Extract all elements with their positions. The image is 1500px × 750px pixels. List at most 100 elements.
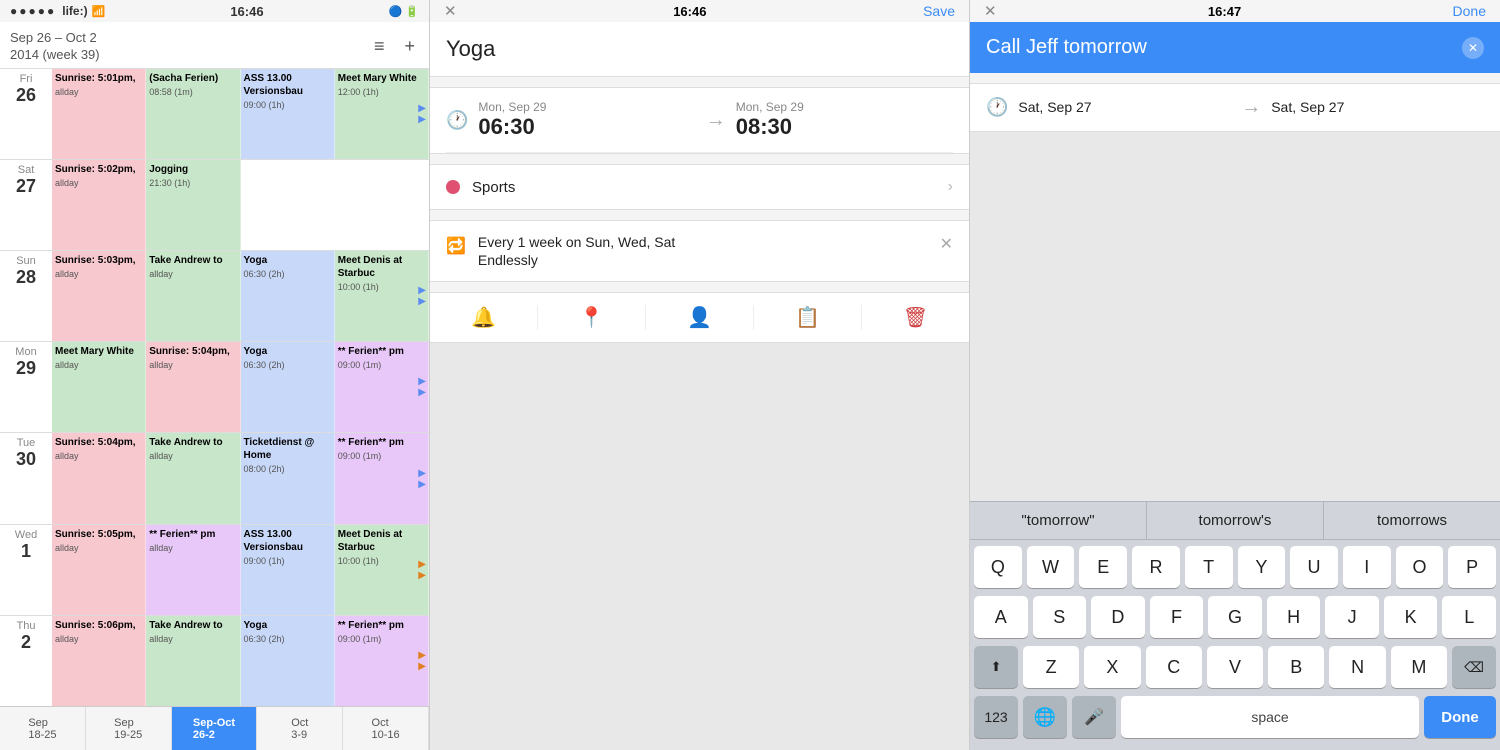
key-d[interactable]: D bbox=[1091, 596, 1145, 638]
notes-button[interactable]: 📋 bbox=[754, 305, 862, 330]
event-ass-wed1[interactable]: ASS 13.00 Versionsbau 09:00 (1h) bbox=[241, 525, 335, 615]
alarm-button[interactable]: 🔔 bbox=[430, 305, 538, 330]
key-s[interactable]: S bbox=[1033, 596, 1087, 638]
event-start-time-row[interactable]: 🕐 Mon, Sep 29 06:30 → Mon, Sep 29 08:30 bbox=[430, 88, 969, 152]
key-k[interactable]: K bbox=[1384, 596, 1438, 638]
key-m[interactable]: M bbox=[1391, 646, 1447, 688]
key-r[interactable]: R bbox=[1132, 546, 1180, 588]
event-ferien-wed1[interactable]: ** Ferien** pm allday bbox=[146, 525, 240, 615]
event-meet-mary-fri26[interactable]: Meet Mary White 12:00 (1h) ▶▶ bbox=[335, 69, 429, 159]
attendees-button[interactable]: 👤 bbox=[646, 305, 754, 330]
time-arrow: → bbox=[706, 109, 726, 132]
key-y[interactable]: Y bbox=[1238, 546, 1286, 588]
event-meet-mary-mon29[interactable]: Meet Mary White allday bbox=[52, 342, 146, 432]
event-title[interactable]: Yoga bbox=[430, 22, 969, 77]
key-q[interactable]: Q bbox=[974, 546, 1022, 588]
event-yoga-sun28[interactable]: Yoga 06:30 (2h) bbox=[241, 251, 335, 341]
autocomplete-tomorrows[interactable]: tomorrow's bbox=[1147, 502, 1324, 539]
event-meet-denis-sun28[interactable]: Meet Denis at Starbuc 10:00 (1h) ▶▶ bbox=[335, 251, 429, 341]
event-sunrise-wed1[interactable]: Sunrise: 5:05pm, allday bbox=[52, 525, 146, 615]
event-ferien-tue30[interactable]: ** Ferien** pm 09:00 (1m) ▶▶ bbox=[335, 433, 429, 523]
event-ass-fri26[interactable]: ASS 13.00 Versionsbau 09:00 (1h) bbox=[241, 69, 335, 159]
key-f[interactable]: F bbox=[1150, 596, 1204, 638]
event-sunrise-sat27[interactable]: Sunrise: 5:02pm, allday bbox=[52, 160, 146, 250]
event-meet-denis-wed1[interactable]: Meet Denis at Starbuc 10:00 (1h) ▶▶ bbox=[335, 525, 429, 615]
event-yoga-thu2[interactable]: Yoga 06:30 (2h) bbox=[241, 616, 335, 706]
key-a[interactable]: A bbox=[974, 596, 1028, 638]
shift-key[interactable]: ⬆ bbox=[974, 646, 1018, 688]
key-j[interactable]: J bbox=[1325, 596, 1379, 638]
key-b[interactable]: B bbox=[1268, 646, 1324, 688]
event-take-andrew-thu2[interactable]: Take Andrew to allday bbox=[146, 616, 240, 706]
note-date-end: Sat, Sep 27 bbox=[1271, 99, 1484, 117]
key-u[interactable]: U bbox=[1290, 546, 1338, 588]
key-t[interactable]: T bbox=[1185, 546, 1233, 588]
add-event-button[interactable]: + bbox=[400, 36, 419, 57]
event-sacha-ferien[interactable]: (Sacha Ferien) 08:58 (1m) bbox=[146, 69, 240, 159]
event-sunrise-thu2[interactable]: Sunrise: 5:06pm, allday bbox=[52, 616, 146, 706]
event-jogging-sat27[interactable]: Jogging 21:30 (1h) bbox=[146, 160, 240, 250]
event-yoga-mon29[interactable]: Yoga 06:30 (2h) bbox=[241, 342, 335, 432]
week-tab-oct10[interactable]: Oct10-16 bbox=[343, 707, 429, 750]
delete-key[interactable]: ⌫ bbox=[1452, 646, 1496, 688]
key-e[interactable]: E bbox=[1079, 546, 1127, 588]
calendar-category-section: Sports › bbox=[430, 164, 969, 210]
globe-key[interactable]: 🌐 bbox=[1023, 696, 1067, 738]
key-p[interactable]: P bbox=[1448, 546, 1496, 588]
close-button-note[interactable]: ✕ bbox=[984, 2, 997, 20]
num-key[interactable]: 123 bbox=[974, 696, 1018, 738]
key-v[interactable]: V bbox=[1207, 646, 1263, 688]
key-w[interactable]: W bbox=[1027, 546, 1075, 588]
key-o[interactable]: O bbox=[1396, 546, 1444, 588]
event-sunrise-tue30[interactable]: Sunrise: 5:04pm, allday bbox=[52, 433, 146, 523]
autocomplete-bar: "tomorrow" tomorrow's tomorrows bbox=[970, 501, 1500, 540]
event-sunrise-sun28[interactable]: Sunrise: 5:03pm, allday bbox=[52, 251, 146, 341]
note-clear-button[interactable]: ✕ bbox=[1462, 37, 1484, 59]
key-h[interactable]: H bbox=[1267, 596, 1321, 638]
event-empty-area bbox=[430, 343, 969, 750]
calendar-row-fri26: Fri 26 Sunrise: 5:01pm, allday (Sacha Fe… bbox=[0, 68, 429, 159]
event-take-andrew-sun28[interactable]: Take Andrew to allday bbox=[146, 251, 240, 341]
recur-icon: 🔁 bbox=[446, 236, 466, 256]
note-date-arrow: → bbox=[1241, 96, 1261, 119]
autocomplete-tomorrows2[interactable]: tomorrows bbox=[1324, 502, 1500, 539]
done-button-note[interactable]: Done bbox=[1453, 3, 1486, 19]
note-input[interactable] bbox=[986, 36, 1454, 59]
close-button-event[interactable]: ✕ bbox=[444, 2, 457, 20]
event-sunrise-fri26[interactable]: Sunrise: 5:01pm, allday bbox=[52, 69, 146, 159]
event-ticketdienst-tue30[interactable]: Ticketdienst @ Home 08:00 (2h) bbox=[241, 433, 335, 523]
key-z[interactable]: Z bbox=[1023, 646, 1079, 688]
week-tab-oct3[interactable]: Oct3-9 bbox=[257, 707, 343, 750]
key-n[interactable]: N bbox=[1329, 646, 1385, 688]
note-end-date: Sat, Sep 27 bbox=[1271, 99, 1344, 115]
key-c[interactable]: C bbox=[1146, 646, 1202, 688]
note-date-row[interactable]: 🕐 Sat, Sep 27 → Sat, Sep 27 bbox=[970, 84, 1500, 131]
delete-button[interactable]: 🗑 bbox=[862, 305, 969, 330]
event-ferien-thu2[interactable]: ** Ferien** pm 09:00 (1m) ▶▶ bbox=[335, 616, 429, 706]
mic-key[interactable]: 🎤 bbox=[1072, 696, 1116, 738]
event-take-andrew-tue30[interactable]: Take Andrew to allday bbox=[146, 433, 240, 523]
events-thu2: Sunrise: 5:06pm, allday Take Andrew to a… bbox=[52, 616, 429, 706]
location-button[interactable]: 📍 bbox=[538, 305, 646, 330]
event-sunrise-mon29[interactable]: Sunrise: 5:04pm, allday bbox=[146, 342, 240, 432]
day-label-sun28: Sun 28 bbox=[0, 251, 52, 341]
note-start-date: Sat, Sep 27 bbox=[1018, 99, 1091, 115]
calendar-header: Sep 26 – Oct 2 2014 (week 39) ≡ + bbox=[0, 22, 429, 68]
battery-icon: 🔋 bbox=[405, 5, 419, 18]
key-g[interactable]: G bbox=[1208, 596, 1262, 638]
event-ferien-mon29[interactable]: ** Ferien** pm 09:00 (1m) ▶▶ bbox=[335, 342, 429, 432]
space-key[interactable]: space bbox=[1121, 696, 1419, 738]
week-tab-sep26[interactable]: Sep-Oct26-2 bbox=[172, 707, 258, 750]
done-key[interactable]: Done bbox=[1424, 696, 1496, 738]
week-tab-sep19[interactable]: Sep19-25 bbox=[86, 707, 172, 750]
week-tab-sep18[interactable]: Sep18-25 bbox=[0, 707, 86, 750]
recur-close-button[interactable]: ✕ bbox=[940, 234, 953, 254]
autocomplete-quoted[interactable]: "tomorrow" bbox=[970, 502, 1147, 539]
save-button[interactable]: Save bbox=[923, 3, 955, 19]
key-x[interactable]: X bbox=[1084, 646, 1140, 688]
quick-note-panel: ✕ 16:47 Done ✕ 🕐 Sat, Sep 27 → Sat, Sep … bbox=[970, 0, 1500, 750]
key-l[interactable]: L bbox=[1442, 596, 1496, 638]
menu-button[interactable]: ≡ bbox=[370, 36, 389, 57]
calendar-row[interactable]: Sports › bbox=[430, 165, 969, 209]
key-i[interactable]: I bbox=[1343, 546, 1391, 588]
